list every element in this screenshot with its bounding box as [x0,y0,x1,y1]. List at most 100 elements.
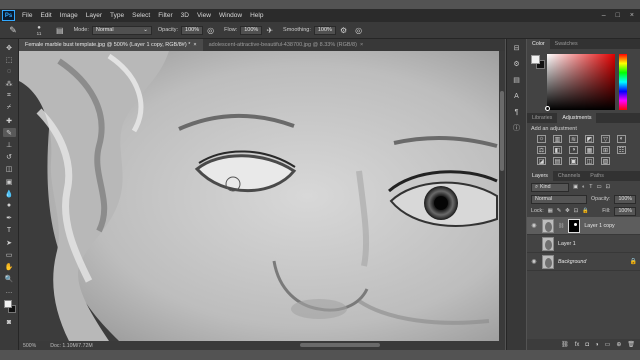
menu-help[interactable]: Help [246,12,267,19]
brush-tool-preset-icon[interactable]: ✎ [0,23,26,37]
maximize-icon[interactable]: □ [616,12,620,19]
document-size[interactable]: Doc: 1.10M/7.72M [50,343,92,349]
new-layer-icon[interactable]: ⊕ [616,341,621,348]
tab-channels[interactable]: Channels [553,171,585,181]
hand-tool-icon[interactable]: ✋ [3,262,16,271]
layer-row[interactable]: ◉ ⛓ Layer 1 copy [527,217,640,235]
new-group-icon[interactable]: ▭ [605,341,611,348]
rectangle-tool-icon[interactable]: ▭ [3,250,16,259]
lock-position-icon[interactable]: ✥ [565,208,569,214]
pixel-filter-icon[interactable]: ▣ [573,184,578,190]
layer-mask-thumbnail[interactable] [568,218,581,233]
menu-image[interactable]: Image [56,12,82,19]
menu-select[interactable]: Select [128,12,154,19]
lasso-tool-icon[interactable]: ◌ [3,67,16,76]
type-filter-icon[interactable]: T [589,184,592,190]
info-icon[interactable]: ⓘ [511,123,523,133]
menu-file[interactable]: File [18,12,36,19]
tab-adolescent-attractive[interactable]: adolescent-attractive-beautiful-438700.j… [202,39,370,51]
tab-close-icon[interactable]: × [360,42,363,48]
color-balance-icon[interactable]: ⚖ [537,146,546,154]
pressure-opacity-icon[interactable]: ◎ [207,26,214,35]
eraser-tool-icon[interactable]: ◫ [3,165,16,174]
gradient-map-icon[interactable]: ▣ [569,157,578,165]
invert-icon[interactable]: ☷ [617,146,626,154]
color-picker-cursor[interactable] [545,106,550,111]
layer-opacity-input[interactable]: 100% [614,194,636,204]
smoothing-input[interactable]: 100% [313,25,336,35]
history-icon[interactable]: ⊟ [511,43,523,53]
eyedropper-tool-icon[interactable]: ⌿ [3,104,16,113]
brush-tool-icon[interactable]: ✎ [2,128,16,138]
tab-libraries[interactable]: Libraries [527,113,557,123]
canvas-vertical-scrollbar[interactable] [499,51,505,341]
gradient-tool-icon[interactable]: ▣ [3,177,16,186]
layer-kind-filter[interactable]: ⌕ Kind [531,182,569,192]
lock-artboard-icon[interactable]: ⊡ [574,208,578,214]
photo-filter-icon[interactable]: ◑ [569,146,578,154]
marquee-tool-icon[interactable]: ⬚ [3,55,16,64]
hue-slider[interactable] [619,54,627,110]
mode-select[interactable]: Normal ⌄ [91,25,152,35]
minimize-icon[interactable]: – [602,12,606,19]
paragraph-icon[interactable]: ¶ [511,107,523,117]
zoom-tool-icon[interactable]: 🔍 [3,275,16,284]
tab-layers[interactable]: Layers [527,171,553,181]
flow-input[interactable]: 100% [240,25,263,35]
hue-saturation-icon[interactable]: ◐ [617,135,626,143]
move-tool-icon[interactable]: ✥ [3,43,16,52]
pressure-size-icon[interactable]: ◎ [355,26,362,35]
smoothing-settings-gear-icon[interactable]: ⚙ [340,26,347,35]
quick-select-tool-icon[interactable]: ⁂ [3,80,16,89]
properties-icon[interactable]: ▤ [511,75,523,85]
close-icon[interactable]: × [630,12,634,19]
more-tools-icon[interactable]: … [3,287,16,296]
tab-female-marble-bust[interactable]: Female marble bust template.jpg @ 500% (… [19,39,203,51]
eye-icon[interactable]: ◉ [530,222,538,229]
pen-tool-icon[interactable]: ✒ [3,214,16,223]
menu-type[interactable]: Type [106,12,128,19]
dodge-tool-icon[interactable]: ● [3,201,16,210]
crop-tool-icon[interactable]: ⌗ [3,92,16,101]
posterize-icon[interactable]: ◪ [537,157,546,165]
adjustment-filter-icon[interactable]: ◐ [582,184,585,190]
tab-close-icon[interactable]: × [193,42,196,48]
tab-swatches[interactable]: Swatches [550,39,583,49]
tab-color[interactable]: Color [527,39,550,49]
brightness-contrast-icon[interactable]: ☼ [537,135,546,143]
menu-3d[interactable]: 3D [177,12,193,19]
selective-color-icon[interactable]: ◫ [585,157,594,165]
lock-pixels-icon[interactable]: ✎ [557,208,561,214]
panel-foreground-swatch[interactable] [531,55,540,64]
fx-icon[interactable]: fx [575,342,580,348]
color-lookup-icon[interactable]: ⊞ [601,146,610,154]
horizontal-scroll-thumb[interactable] [300,343,380,347]
vibrance-icon[interactable]: ▽ [601,135,610,143]
menu-edit[interactable]: Edit [36,12,55,19]
layer-name[interactable]: Layer 1 [558,241,576,247]
foreground-color-swatch[interactable] [3,299,12,308]
lock-all-icon[interactable]: 🔒 [582,208,589,214]
trash-icon[interactable]: 🗑 [627,341,635,348]
menu-view[interactable]: View [193,12,215,19]
character-icon[interactable]: A [511,91,523,101]
color-picker-field[interactable] [547,54,615,110]
healing-brush-tool-icon[interactable]: ✚ [3,116,16,125]
document-canvas[interactable] [19,51,499,341]
zoom-level[interactable]: 500% [23,343,36,349]
airbrush-icon[interactable]: ✈ [266,26,273,35]
black-white-icon[interactable]: ◧ [553,146,562,154]
new-adjustment-icon[interactable]: ◑ [595,342,599,348]
curves-icon[interactable]: ≋ [569,135,578,143]
tab-adjustments[interactable]: Adjustments [557,113,597,123]
levels-icon[interactable]: ▥ [553,135,562,143]
layer-name[interactable]: Layer 1 copy [584,223,614,229]
add-mask-icon[interactable]: ◘ [585,342,589,348]
vertical-scroll-thumb[interactable] [500,91,504,171]
menu-filter[interactable]: Filter [154,12,176,19]
channel-mixer-icon[interactable]: ▦ [585,146,594,154]
blend-mode-select[interactable]: Normal [531,194,587,204]
menu-window[interactable]: Window [215,12,246,19]
tab-paths[interactable]: Paths [585,171,609,181]
clone-stamp-tool-icon[interactable]: ⊥ [3,141,16,150]
